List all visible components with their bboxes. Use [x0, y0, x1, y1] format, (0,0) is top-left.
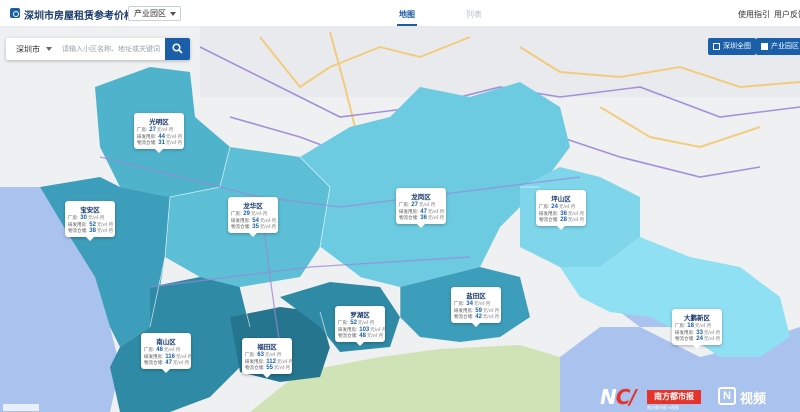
map-scale-badge	[3, 404, 39, 411]
fullscreen-icon	[713, 43, 720, 50]
unit-label: 元/㎡·月	[427, 215, 445, 220]
district-name: 光明区	[149, 119, 169, 126]
fullscreen-map-button[interactable]: 深圳全图	[708, 38, 756, 55]
warehouse-rent-row: 物流仓储: 42 元/㎡·月	[454, 314, 500, 321]
district-name: 盐田区	[466, 293, 486, 300]
warehouse-label: 物流仓储:	[399, 215, 419, 220]
district-type-select[interactable]: 产业园区	[128, 6, 181, 21]
search-input[interactable]	[62, 42, 162, 56]
district-name: 坪山区	[551, 196, 571, 203]
warehouse-rent-row: 物流仓储: 28 元/㎡·月	[539, 217, 585, 224]
industry-park-label: 产业园区	[771, 43, 799, 50]
warehouse-value: 24	[696, 336, 703, 342]
tab-map[interactable]: 地图	[397, 9, 417, 26]
warehouse-label: 物流仓储:	[144, 360, 164, 365]
warehouse-label: 物流仓储:	[137, 140, 157, 145]
warehouse-value: 36	[420, 215, 427, 221]
district-card-yantian[interactable]: 盐田区 厂房: 34 元/㎡·月 研发用房: 59 元/㎡·月 物流仓储: 42 元/㎡·月	[451, 287, 501, 326]
district-card-nanshan[interactable]: 南山区 厂房: 46 元/㎡·月 研发用房: 116 元/㎡·月 物流仓储: 47 元/㎡·…	[141, 333, 192, 372]
chevron-down-icon	[46, 47, 52, 51]
top-header: 深圳市房屋租赁参考价格查询平台 产业园区 地图 列表 使用指引 用户反馈	[0, 0, 800, 27]
warehouse-label: 物流仓储:	[338, 333, 358, 338]
district-card-baoan[interactable]: 宝安区 厂房: 30 元/㎡·月 研发用房: 52 元/㎡·月 物流仓储: 38 元/㎡·月	[65, 201, 115, 240]
unit-label: 元/㎡·月	[482, 314, 500, 319]
warehouse-label: 物流仓储:	[454, 314, 474, 319]
unit-label: 元/㎡·月	[165, 140, 183, 145]
link-feedback[interactable]: 用户反馈	[774, 9, 800, 20]
warehouse-value: 48	[359, 333, 366, 339]
district-card-longgang[interactable]: 龙岗区 厂房: 27 元/㎡·月 研发用房: 47 元/㎡·月 物流仓储: 36 元/㎡·月	[396, 188, 446, 227]
warehouse-rent-row: 物流仓储: 24 元/㎡·月	[675, 336, 721, 343]
warehouse-value: 35	[252, 224, 259, 230]
search-bar: 深圳市	[6, 38, 190, 60]
district-card-futian[interactable]: 福田区 厂房: 63 元/㎡·月 研发用房: 112 元/㎡·月 物流仓储: 55 元/㎡·…	[242, 338, 293, 377]
chevron-down-icon	[170, 12, 176, 16]
district-card-pingshan[interactable]: 坪山区 厂房: 24 元/㎡·月 研发用房: 36 元/㎡·月 物流仓储: 28 元/㎡·月	[536, 190, 586, 229]
unit-label: 元/㎡·月	[366, 333, 384, 338]
watermark-brand: 南方都市报	[647, 390, 701, 404]
unit-label: 元/㎡·月	[96, 228, 114, 233]
district-name: 罗湖区	[350, 312, 370, 319]
search-button[interactable]	[165, 38, 190, 60]
district-name: 南山区	[156, 339, 176, 346]
app-root: 深圳市房屋租赁参考价格查询平台 产业园区 地图 列表 使用指引 用户反馈	[0, 0, 800, 412]
warehouse-rent-row: 物流仓储: 38 元/㎡·月	[68, 228, 114, 235]
unit-label: 元/㎡·月	[703, 336, 721, 341]
warehouse-rent-row: 物流仓储: 47 元/㎡·月	[144, 360, 190, 367]
warehouse-label: 物流仓储:	[539, 217, 559, 222]
warehouse-rent-row: 物流仓储: 35 元/㎡·月	[231, 224, 277, 231]
unit-label: 元/㎡·月	[273, 365, 291, 370]
warehouse-rent-row: 物流仓储: 48 元/㎡·月	[338, 333, 384, 340]
city-select[interactable]: 深圳市	[16, 44, 40, 55]
district-type-select-value: 产业园区	[134, 9, 166, 18]
district-card-dapeng[interactable]: 大鹏新区 厂房: 18 元/㎡·月 研发用房: 33 元/㎡·月 物流仓储: 24 元/㎡·…	[672, 309, 722, 348]
watermark-brand-sub: 南方都市报 N视频	[647, 405, 679, 410]
fullscreen-map-label: 深圳全图	[723, 43, 751, 50]
industry-park-button[interactable]: 产业园区	[756, 38, 800, 55]
watermark-c-slash: C/	[615, 385, 637, 409]
warehouse-label: 物流仓储:	[675, 336, 695, 341]
unit-label: 元/㎡·月	[567, 217, 585, 222]
warehouse-value: 28	[560, 217, 567, 223]
district-card-guangming[interactable]: 光明区 厂房: 27 元/㎡·月 研发用房: 44 元/㎡·月 物流仓储: 31 元/㎡·月	[134, 113, 184, 152]
watermark-video-label: 视频	[740, 391, 767, 406]
warehouse-label: 物流仓储:	[68, 228, 88, 233]
district-name: 宝安区	[80, 207, 100, 214]
warehouse-rent-row: 物流仓储: 31 元/㎡·月	[137, 140, 183, 147]
warehouse-value: 31	[158, 140, 165, 146]
unit-label: 元/㎡·月	[172, 360, 190, 365]
tab-list[interactable]: 列表	[466, 9, 482, 20]
warehouse-label: 物流仓储:	[245, 365, 265, 370]
district-name: 大鹏新区	[684, 315, 710, 322]
warehouse-rent-row: 物流仓储: 55 元/㎡·月	[245, 365, 291, 372]
warehouse-rent-row: 物流仓储: 36 元/㎡·月	[399, 215, 445, 222]
checkbox-icon	[761, 43, 768, 50]
watermark-n-letter: N	[600, 385, 617, 409]
warehouse-value: 38	[89, 228, 96, 234]
warehouse-value: 47	[165, 360, 172, 366]
warehouse-label: 物流仓储:	[231, 224, 251, 229]
link-user-guide[interactable]: 使用指引	[738, 9, 770, 20]
logo-icon	[10, 8, 20, 18]
watermark-nc: NC/	[600, 385, 637, 409]
nandu-watermark-logo: NC/ 南方都市报 南方都市报 N视频 N 视频	[600, 385, 796, 412]
district-name: 龙岗区	[411, 194, 431, 201]
district-card-luohu[interactable]: 罗湖区 厂房: 52 元/㎡·月 研发用房: 103 元/㎡·月 物流仓储: 48 元/㎡·…	[335, 306, 387, 345]
warehouse-value: 55	[266, 365, 273, 371]
map-canvas[interactable]: 光明区 厂房: 27 元/㎡·月 研发用房: 44 元/㎡·月 物流仓储: 31 元/㎡·月…	[0, 27, 800, 412]
district-name: 龙华区	[243, 203, 263, 210]
search-icon	[172, 43, 183, 54]
n-video-icon: N	[718, 387, 736, 405]
district-card-longhua[interactable]: 龙华区 厂房: 29 元/㎡·月 研发用房: 54 元/㎡·月 物流仓储: 35 元/㎡·月	[228, 197, 278, 236]
unit-label: 元/㎡·月	[259, 224, 277, 229]
warehouse-value: 42	[475, 314, 482, 320]
district-name: 福田区	[257, 344, 277, 351]
